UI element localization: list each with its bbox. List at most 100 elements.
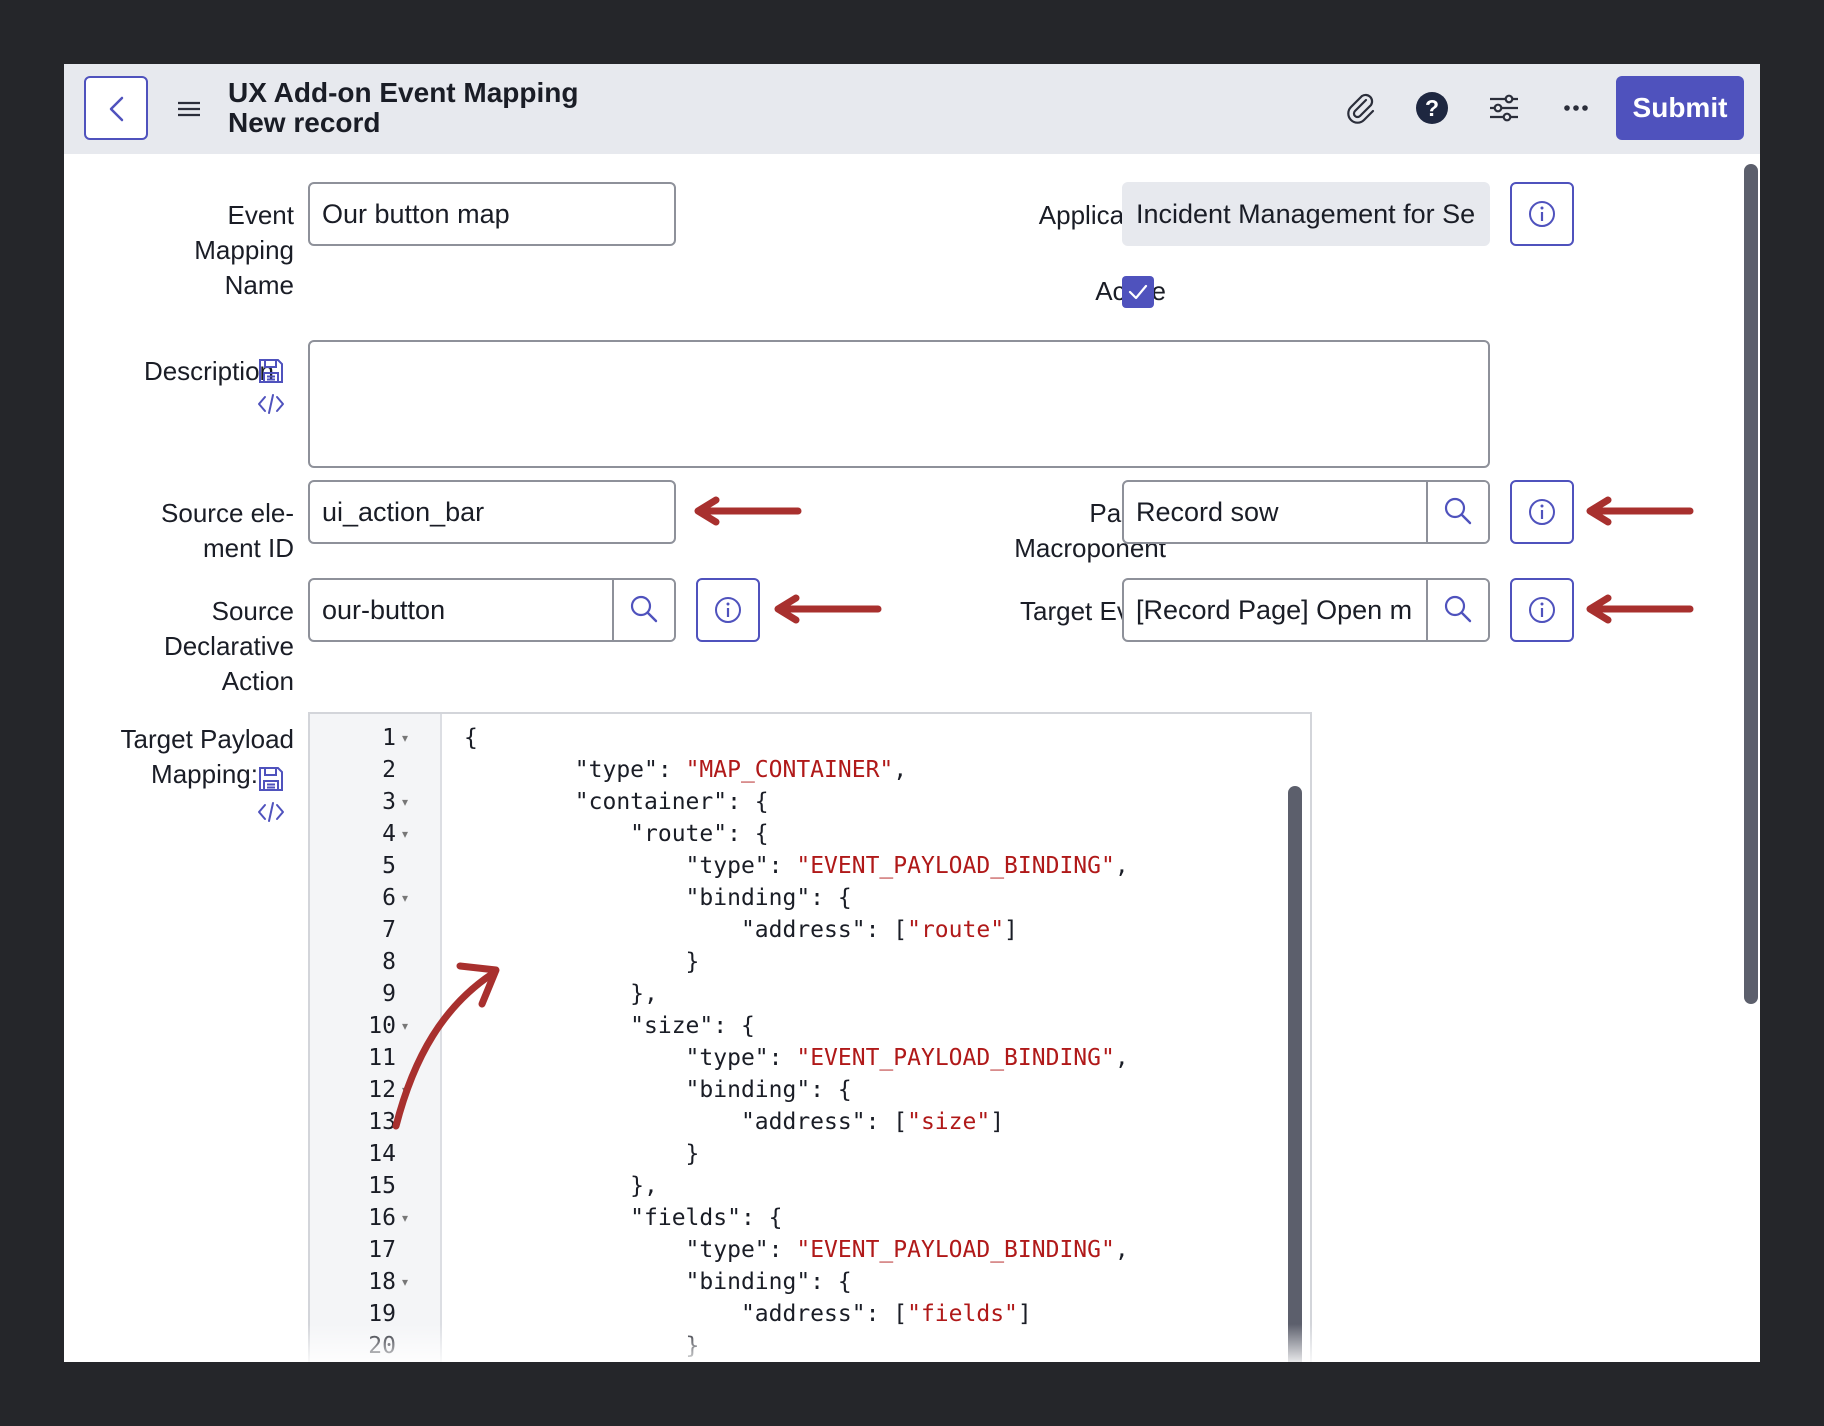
label-line: Action xyxy=(221,666,294,696)
code-string: "MAP_CONTAINER" xyxy=(685,757,894,783)
fold-toggle-icon[interactable]: ▾ xyxy=(402,1202,408,1234)
code-line: } xyxy=(464,1330,700,1362)
submit-button[interactable]: Submit xyxy=(1616,76,1744,140)
more-icon[interactable] xyxy=(1556,88,1596,128)
label-line: Mapping xyxy=(194,235,294,265)
label-line: Source xyxy=(211,596,294,626)
application-field: Incident Management for Se xyxy=(1122,182,1490,246)
target-event-label: Target Event xyxy=(1020,596,1166,626)
label-line: Target Payload xyxy=(120,724,294,754)
code-line: "type": "EVENT_PAYLOAD_BINDING", xyxy=(464,1042,1129,1074)
code-icon[interactable] xyxy=(256,392,286,416)
label-line: ment ID xyxy=(202,533,294,563)
search-icon xyxy=(1444,497,1472,525)
parent-macroponent-lookup-button[interactable] xyxy=(1426,482,1488,542)
code-token: { xyxy=(464,725,478,751)
target-event-input[interactable]: [Record Page] Open m xyxy=(1122,578,1490,642)
chevron-left-icon xyxy=(109,96,124,122)
code-token: ] xyxy=(1004,917,1018,943)
fold-toggle-icon[interactable]: ▾ xyxy=(402,818,408,850)
source-element-id-input[interactable]: ui_action_bar xyxy=(308,480,676,544)
paperclip-icon[interactable] xyxy=(1340,88,1380,128)
line-number: 1 xyxy=(382,725,396,751)
code-token: "fields": { xyxy=(464,1205,783,1231)
source-declarative-action-lookup-button[interactable] xyxy=(612,580,674,640)
event-mapping-name-label: Event Mapping Name xyxy=(84,198,294,303)
code-line: "binding": { xyxy=(464,1074,852,1106)
form-header: UX Add-on Event Mapping New record ? Sub… xyxy=(64,64,1760,154)
code-line: "binding": { xyxy=(464,882,852,914)
source-declarative-action-input[interactable]: our-button xyxy=(308,578,676,642)
check-icon xyxy=(1128,284,1148,300)
parent-macroponent-label: Parent Macroponent xyxy=(844,496,1166,566)
label-line: Macroponent xyxy=(1014,533,1166,563)
parent-macroponent-input[interactable]: Record sow xyxy=(1122,480,1490,544)
info-icon xyxy=(715,597,741,623)
annotation-arrow xyxy=(392,962,500,1130)
label-line: Declarative xyxy=(163,631,294,661)
svg-text:?: ? xyxy=(1425,95,1439,121)
code-token: "binding": { xyxy=(464,1269,852,1295)
back-button[interactable] xyxy=(84,76,148,140)
code-token: "address": [ xyxy=(464,917,908,943)
code-token: , xyxy=(893,757,908,783)
save-icon[interactable] xyxy=(256,764,286,794)
sliders-icon[interactable] xyxy=(1484,88,1524,128)
event-mapping-name-input[interactable]: Our button map xyxy=(308,182,676,246)
info-icon xyxy=(1529,499,1555,525)
parent-macroponent-value: Record sow xyxy=(1136,497,1279,527)
code-line: "address": ["route"] xyxy=(464,914,1018,946)
help-icon[interactable]: ? xyxy=(1412,88,1452,128)
title-block: UX Add-on Event Mapping New record xyxy=(228,78,579,138)
code-token: } xyxy=(464,1333,700,1359)
source-element-id-label: Source ele- ment ID xyxy=(84,496,294,566)
source-declarative-action-value: our-button xyxy=(322,595,446,625)
code-line: "type": "EVENT_PAYLOAD_BINDING", xyxy=(464,1234,1129,1266)
code-token: "type": xyxy=(464,853,797,879)
hamburger-menu-icon[interactable] xyxy=(174,94,204,124)
line-number: 15 xyxy=(368,1173,396,1199)
code-token: } xyxy=(464,1141,700,1167)
app-window: UX Add-on Event Mapping New record ? Sub… xyxy=(64,64,1760,1362)
annotation-arrow xyxy=(1586,496,1694,526)
line-number: 3 xyxy=(382,789,396,815)
line-number: 18 xyxy=(368,1269,396,1295)
code-icon[interactable] xyxy=(256,800,286,824)
info-icon xyxy=(1529,597,1555,623)
code-token: ] xyxy=(1017,1301,1032,1327)
label-line: Name xyxy=(224,270,294,300)
code-line: "address": ["fields"] xyxy=(464,1298,1032,1330)
code-token: "route": { xyxy=(464,821,769,847)
code-string: "EVENT_PAYLOAD_BINDING" xyxy=(796,853,1115,879)
code-token: , xyxy=(1114,853,1129,879)
fold-toggle-icon[interactable]: ▾ xyxy=(402,882,408,914)
label-line: Parent xyxy=(844,496,1166,531)
code-line: "fields": { xyxy=(464,1202,783,1234)
code-token: "address": [ xyxy=(464,1109,908,1135)
code-line: { xyxy=(464,722,478,754)
application-label: Application xyxy=(1038,200,1166,230)
code-string: "EVENT_PAYLOAD_BINDING" xyxy=(796,1237,1115,1263)
line-number: 17 xyxy=(368,1237,396,1263)
code-string: "fields" xyxy=(907,1301,1018,1327)
description-textarea[interactable] xyxy=(308,340,1490,468)
code-token: , xyxy=(1114,1237,1129,1263)
info-icon xyxy=(1529,201,1555,227)
fold-toggle-icon[interactable]: ▾ xyxy=(402,722,408,754)
annotation-arrow xyxy=(1586,594,1694,624)
page-scrollbar[interactable] xyxy=(1744,164,1758,1004)
target-event-lookup-button[interactable] xyxy=(1426,580,1488,640)
source-declarative-action-label: Source Declarative Action xyxy=(84,594,294,699)
fold-toggle-icon[interactable]: ▾ xyxy=(402,1266,408,1298)
application-info-button[interactable] xyxy=(1510,182,1574,246)
active-checkbox[interactable] xyxy=(1122,276,1154,308)
parent-macroponent-info-button[interactable] xyxy=(1510,480,1574,544)
source-declarative-action-info-button[interactable] xyxy=(696,578,760,642)
save-icon[interactable] xyxy=(256,356,286,386)
code-line: "type": "MAP_CONTAINER", xyxy=(464,754,907,786)
target-event-info-button[interactable] xyxy=(1510,578,1574,642)
editor-scrollbar[interactable] xyxy=(1288,786,1302,1362)
line-number: 6 xyxy=(382,885,396,911)
fold-toggle-icon[interactable]: ▾ xyxy=(402,786,408,818)
label-line: Event xyxy=(227,200,295,230)
